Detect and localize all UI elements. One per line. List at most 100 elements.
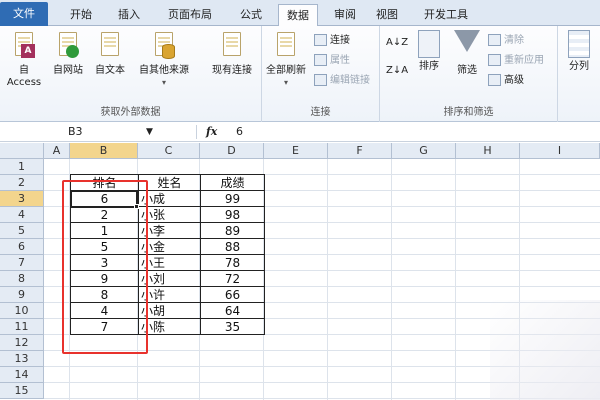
properties-icon xyxy=(314,54,327,66)
dropdown-arrow-icon: ▾ xyxy=(283,78,288,87)
column-gridline xyxy=(391,159,392,400)
tab-insert[interactable]: 插入 xyxy=(110,4,148,26)
cell-score[interactable]: 99 xyxy=(200,190,265,207)
reapply-button[interactable]: 重新应用 xyxy=(488,52,544,70)
cell-score[interactable]: 72 xyxy=(200,270,265,287)
row-header-3[interactable]: 3 xyxy=(0,191,44,207)
refresh-all-button[interactable]: 全部刷新 ▾ xyxy=(264,30,308,89)
tab-file[interactable]: 文件 xyxy=(0,2,48,26)
cell-score[interactable]: 66 xyxy=(200,286,265,303)
advanced-filter-button[interactable]: 高级 xyxy=(488,72,524,90)
row-header-12[interactable]: 12 xyxy=(0,335,44,351)
row-header-15[interactable]: 15 xyxy=(0,383,44,399)
group-get-external-data: A 自 Access 自网站 自文本 自其他来源 ▾ 现有连接 获取外部数据 xyxy=(0,26,262,122)
highlight-box-ranking-column xyxy=(62,180,148,354)
properties-button[interactable]: 属性 xyxy=(314,52,350,70)
edit-links-button[interactable]: 编辑链接 xyxy=(314,72,370,90)
group-connections: 全部刷新 ▾ 连接 属性 编辑链接 连接 xyxy=(262,26,380,122)
tab-page-layout[interactable]: 页面布局 xyxy=(160,4,220,26)
column-gridline xyxy=(327,159,328,400)
column-header-a[interactable]: A xyxy=(44,143,70,159)
sort-ascending-icon: A↓Z xyxy=(386,37,409,48)
formula-bar-divider xyxy=(196,125,197,139)
sort-descending-button[interactable]: Z↓A xyxy=(386,62,408,80)
from-other-sources-button[interactable]: 自其他来源 ▾ xyxy=(134,30,194,89)
cell-score[interactable]: 89 xyxy=(200,222,265,239)
sort-button[interactable]: 排序 xyxy=(414,30,444,73)
connections-icon xyxy=(314,34,327,46)
header-cell-score[interactable]: 成绩 xyxy=(200,174,265,191)
sort-ascending-button[interactable]: A↓Z xyxy=(386,34,408,52)
column-header-h[interactable]: H xyxy=(456,143,520,159)
row-header-2[interactable]: 2 xyxy=(0,175,44,191)
select-all-corner[interactable] xyxy=(0,143,44,159)
link-icon xyxy=(314,74,327,86)
row-header-13[interactable]: 13 xyxy=(0,351,44,367)
group-sort-filter: A↓Z Z↓A 排序 筛选 清除 重新应用 高级 排序和筛选 xyxy=(380,26,558,122)
cell-score[interactable]: 98 xyxy=(200,206,265,223)
text-to-columns-button[interactable]: 分列 xyxy=(562,30,596,73)
row-header-9[interactable]: 9 xyxy=(0,287,44,303)
row-header-7[interactable]: 7 xyxy=(0,255,44,271)
cell-score[interactable]: 64 xyxy=(200,302,265,319)
column-header-d[interactable]: D xyxy=(200,143,264,159)
cell-score[interactable]: 88 xyxy=(200,238,265,255)
column-gridline xyxy=(455,159,456,400)
tab-view[interactable]: 视图 xyxy=(368,4,406,26)
from-web-button[interactable]: 自网站 xyxy=(48,30,88,77)
sort-descending-icon: Z↓A xyxy=(386,65,409,76)
web-icon xyxy=(55,30,81,62)
column-header-i[interactable]: I xyxy=(520,143,600,159)
cell-score[interactable]: 35 xyxy=(200,318,265,335)
column-header-g[interactable]: G xyxy=(392,143,456,159)
tab-review[interactable]: 审阅 xyxy=(326,4,364,26)
row-header-11[interactable]: 11 xyxy=(0,319,44,335)
cell-score[interactable]: 78 xyxy=(200,254,265,271)
row-header-6[interactable]: 6 xyxy=(0,239,44,255)
group-label-connections: 连接 xyxy=(310,107,331,118)
tab-formulas[interactable]: 公式 xyxy=(232,4,270,26)
column-header-e[interactable]: E xyxy=(264,143,328,159)
formula-bar: B3 ▼ fx 6 xyxy=(0,122,600,142)
column-header-f[interactable]: F xyxy=(328,143,392,159)
name-box[interactable]: B3 xyxy=(14,124,144,140)
column-header-b[interactable]: B xyxy=(70,143,138,159)
clear-filter-button[interactable]: 清除 xyxy=(488,32,524,50)
text-file-icon xyxy=(97,30,123,62)
ribbon-tab-bar: 文件 开始 插入 页面布局 公式 数据 审阅 视图 开发工具 xyxy=(0,0,600,27)
advanced-filter-icon xyxy=(488,74,501,86)
from-text-button[interactable]: 自文本 xyxy=(90,30,130,77)
insert-function-icon[interactable]: fx xyxy=(206,124,217,140)
ribbon: A 自 Access 自网站 自文本 自其他来源 ▾ 现有连接 获取外部数据 全… xyxy=(0,26,600,122)
existing-connections-button[interactable]: 现有连接 xyxy=(206,30,258,77)
name-box-dropdown-icon[interactable]: ▼ xyxy=(146,124,153,140)
group-data-tools: 分列 xyxy=(558,26,600,122)
reapply-icon xyxy=(488,54,501,66)
sort-dialog-icon xyxy=(418,30,440,58)
tab-developer[interactable]: 开发工具 xyxy=(416,4,476,26)
refresh-icon xyxy=(273,30,299,62)
funnel-icon xyxy=(454,30,480,52)
split-columns-icon xyxy=(568,30,590,58)
dropdown-arrow-icon: ▾ xyxy=(161,78,166,87)
group-label-get-external-data: 获取外部数据 xyxy=(100,107,161,118)
database-icon xyxy=(151,30,177,62)
connections-file-icon xyxy=(219,30,245,62)
row-header-14[interactable]: 14 xyxy=(0,367,44,383)
row-header-1[interactable]: 1 xyxy=(0,159,44,175)
row-header-8[interactable]: 8 xyxy=(0,271,44,287)
tab-data[interactable]: 数据 xyxy=(278,4,318,27)
group-label-sort-filter: 排序和筛选 xyxy=(443,107,494,118)
formula-input[interactable]: 6 xyxy=(236,124,243,140)
clear-icon xyxy=(488,34,501,46)
watermark-fade xyxy=(490,300,600,400)
from-access-button[interactable]: A 自 Access xyxy=(4,30,44,89)
row-header-10[interactable]: 10 xyxy=(0,303,44,319)
filter-button[interactable]: 筛选 xyxy=(452,30,482,77)
tab-home[interactable]: 开始 xyxy=(62,4,100,26)
access-icon: A xyxy=(11,30,37,62)
row-header-5[interactable]: 5 xyxy=(0,223,44,239)
column-header-c[interactable]: C xyxy=(138,143,200,159)
row-header-4[interactable]: 4 xyxy=(0,207,44,223)
connections-button[interactable]: 连接 xyxy=(314,32,350,50)
